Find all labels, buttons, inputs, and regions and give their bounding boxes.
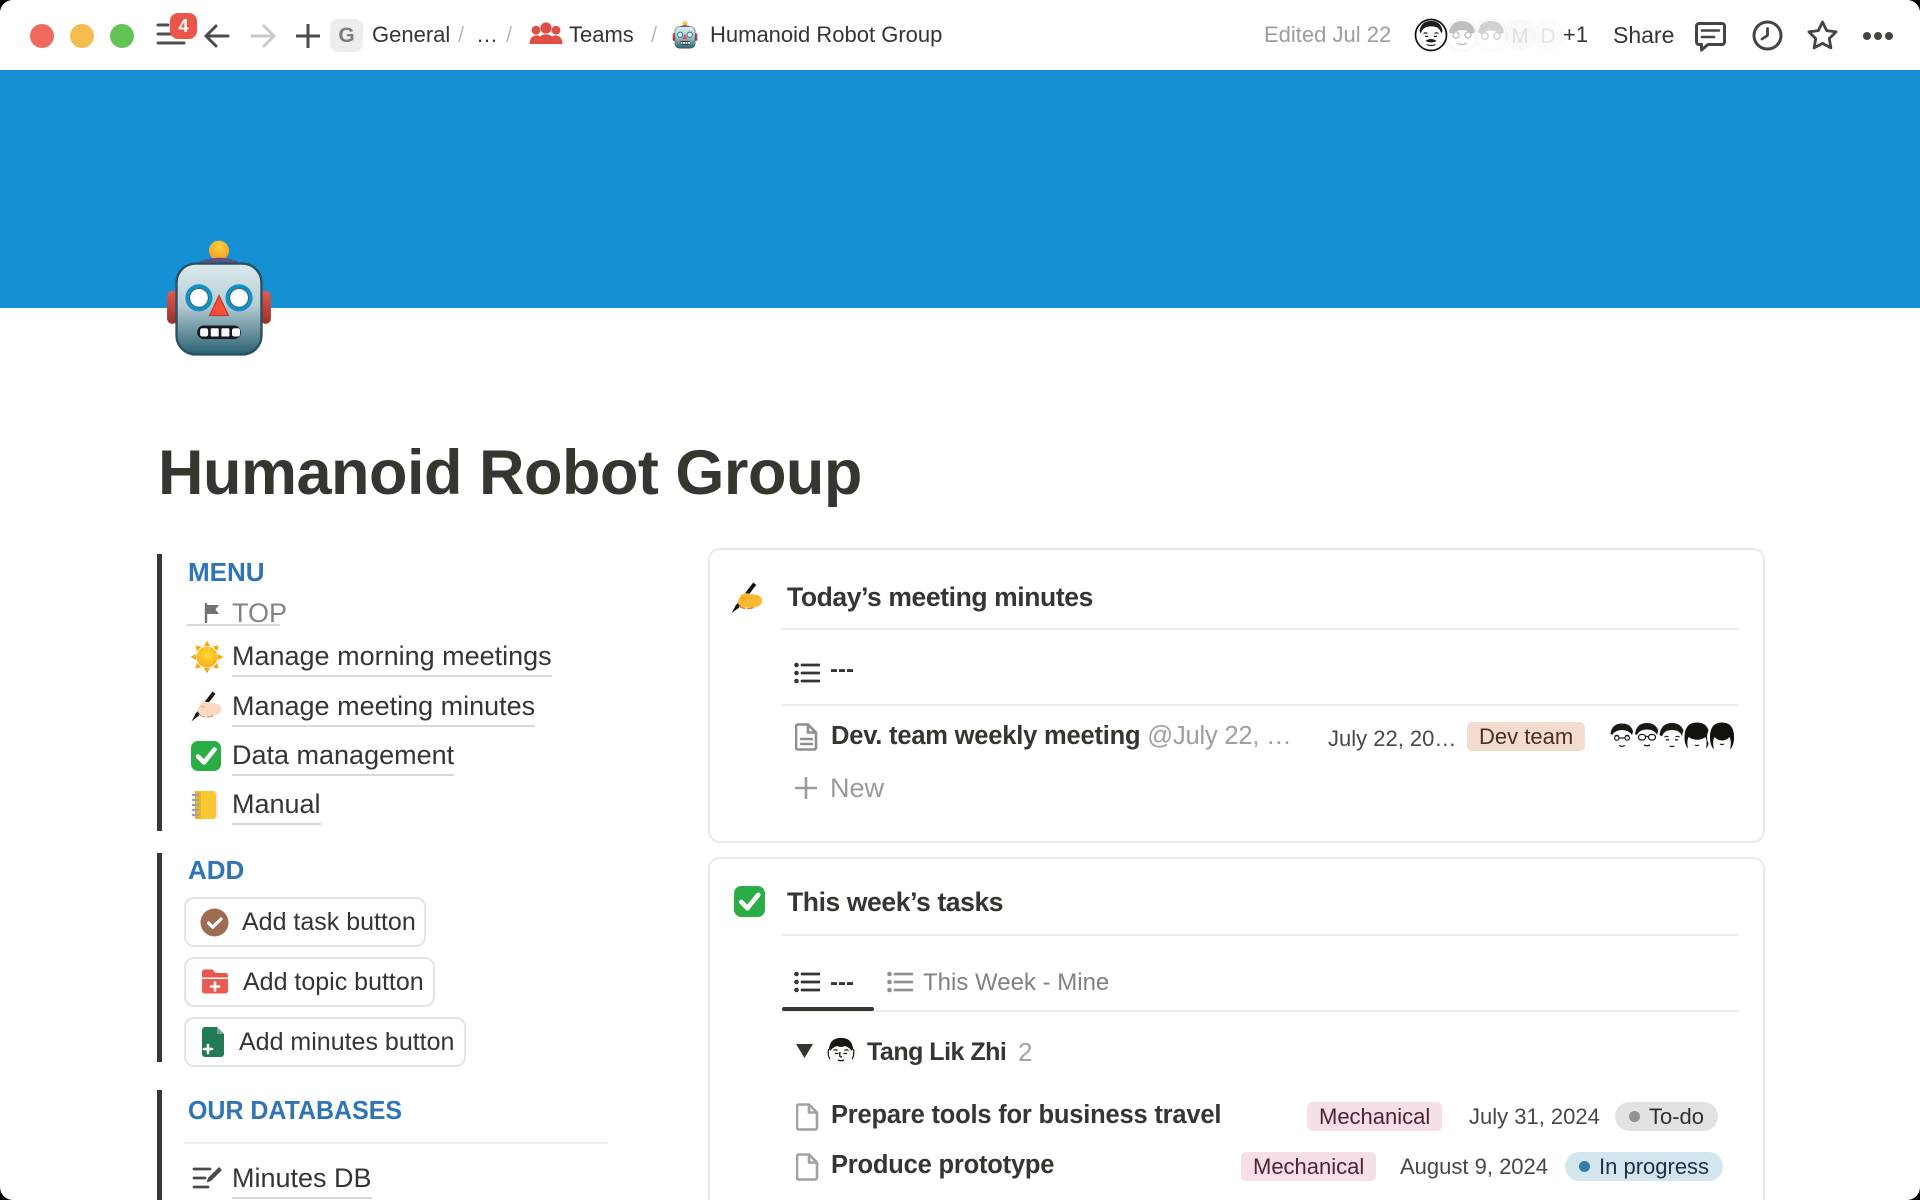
svg-text:M: M [1511,25,1529,48]
svg-text:D: D [1540,25,1555,48]
